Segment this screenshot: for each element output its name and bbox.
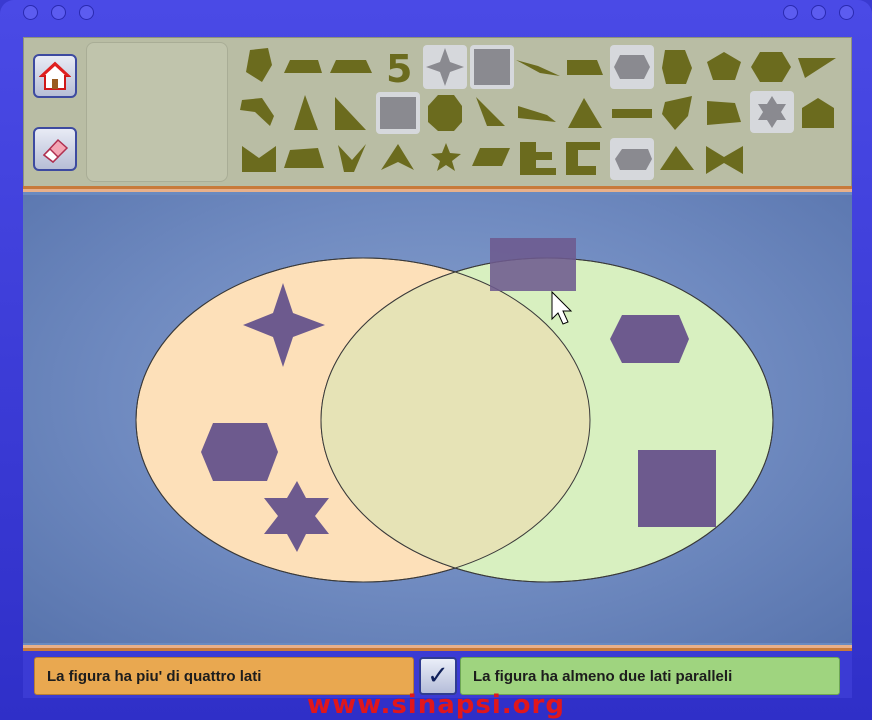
- venn-diagram: [135, 238, 774, 583]
- palette-shape[interactable]: [431, 143, 461, 171]
- shape-hexagon-flat[interactable]: [610, 315, 689, 363]
- palette-shape[interactable]: [706, 146, 743, 174]
- palette-shape[interactable]: [284, 60, 322, 73]
- palette-shape[interactable]: [568, 98, 602, 128]
- palette-shape[interactable]: [660, 146, 694, 170]
- palette-shape[interactable]: [614, 55, 650, 79]
- palette-shape[interactable]: [518, 106, 556, 122]
- watermark: www.sinapsi.org: [307, 690, 565, 720]
- divider-stripe: [23, 186, 852, 195]
- palette-shape[interactable]: [612, 109, 652, 118]
- shape-square[interactable]: [638, 450, 716, 527]
- palette-shape[interactable]: [294, 95, 318, 130]
- palette-shape[interactable]: [566, 142, 600, 175]
- shape-dragged-rectangle[interactable]: [490, 238, 576, 291]
- venn-stage: [23, 195, 852, 643]
- checkmark-icon: ✓: [427, 661, 449, 691]
- palette-shape[interactable]: [707, 52, 741, 80]
- palette-shape[interactable]: [751, 52, 791, 82]
- palette-shape[interactable]: [284, 148, 324, 168]
- palette-shape[interactable]: [472, 148, 510, 166]
- palette-shape[interactable]: [802, 98, 834, 128]
- palette-shape[interactable]: [662, 96, 692, 130]
- shape-palette: 5: [240, 45, 836, 180]
- palette-shape[interactable]: [246, 48, 272, 82]
- palette-shape[interactable]: [242, 146, 276, 172]
- palette-shape[interactable]: [330, 60, 372, 73]
- palette-shape[interactable]: [474, 49, 510, 85]
- divider-stripe: [23, 643, 852, 651]
- palette-digit[interactable]: 5: [386, 47, 412, 91]
- palette-shape[interactable]: [567, 60, 603, 75]
- palette-shape[interactable]: [707, 101, 741, 125]
- palette-shape[interactable]: [380, 97, 416, 129]
- palette-shape[interactable]: [240, 98, 274, 126]
- palette-shape[interactable]: [516, 60, 560, 76]
- palette-shape[interactable]: [520, 142, 556, 175]
- palette-shape[interactable]: [428, 95, 462, 131]
- palette-shape[interactable]: [476, 97, 505, 126]
- palette-shape[interactable]: [338, 144, 366, 172]
- palette-shape[interactable]: [381, 144, 414, 170]
- palette-shape[interactable]: [615, 149, 652, 170]
- palette-shape[interactable]: [798, 58, 836, 78]
- shape-hexagon[interactable]: [201, 423, 278, 481]
- palette-shape[interactable]: [662, 50, 692, 84]
- palette-shape[interactable]: [335, 97, 366, 130]
